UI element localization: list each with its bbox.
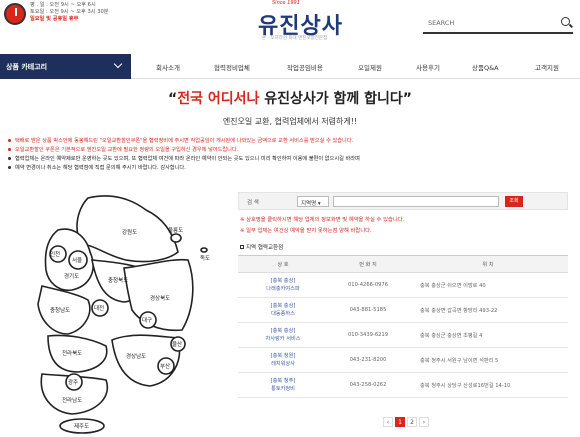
map-label-gyeongbuk: 경상북도 (150, 294, 170, 302)
map-label-jeonnam: 전라남도 (62, 396, 82, 404)
map-label-busan: 부산 (160, 362, 170, 370)
since-label: Since 1991 (272, 0, 300, 6)
map-label-daegu: 대구 (142, 316, 152, 324)
clock-icon (4, 3, 26, 25)
map-label-ulleungdo: 울릉도 (168, 227, 183, 234)
map-label-chungbuk: 충청북도 (108, 276, 128, 284)
map-label-jeju: 제주도 (74, 422, 89, 430)
region-search-input[interactable] (333, 196, 499, 207)
prev-page-button[interactable]: ‹ (383, 417, 393, 427)
search-input[interactable]: SEARCH (428, 19, 454, 27)
partner-address: 충북 청주시 상당구 산성로16번길 14-10 (408, 372, 568, 398)
partner-phone: 010-3439-6219 (328, 322, 408, 348)
nav-item-company[interactable]: 회사소개 (156, 62, 180, 72)
search-type-select[interactable]: 지역명 ▾ (297, 196, 329, 207)
map-label-dokdo: 독도 (200, 255, 210, 262)
nav-item-oil-spec[interactable]: 오일제원 (358, 62, 382, 72)
table-row: [충북 충상] 차사랑카 서비스 010-3439-6219 충북 충상군 충상면… (238, 322, 568, 348)
partner-phone: 010-4266-0976 (328, 272, 408, 298)
partner-name-link[interactable]: [충북 충상] 차사랑카 서비스 (238, 322, 328, 348)
nav-item-reviews[interactable]: 사용후기 (416, 62, 440, 72)
partner-name-link[interactable]: [충북 충상] 대동종하스 (238, 297, 328, 323)
map-label-gwangju: 광주 (68, 379, 78, 386)
headline-accent: 전국 어디서나 (177, 91, 260, 107)
partner-address: 충북 충상군 충상면 초평길 4 (408, 322, 568, 348)
slogan: 온 · 오프라인 최대 엔진오일전문점 (262, 36, 328, 41)
next-page-button[interactable]: › (419, 417, 429, 427)
business-hours: 평 . 일 : 오전 9시 ~ 오후 6시 토요일 : 오전 9시 ~ 오후 3… (30, 2, 109, 23)
notice-item: 택배로 받은 상품 박스안에 동봉해드린 "오일교환할인쿠폰"을 협력정비에 주… (8, 137, 568, 146)
nav-item-qna[interactable]: 상품Q&A (472, 62, 499, 72)
korea-region-map: 인천 서울 경기도 강원도 울릉도 독도 충청북도 충청남도 대전 경상북도 전… (37, 195, 210, 434)
col-header-location: 위 치 (408, 255, 568, 273)
notice-item: 협력업체는 온라인 예약제로만 운영하는 곳도 있으며, 또 협력업체 여건에 … (8, 155, 568, 164)
partner-table: 상 호 번 화 지 위 치 [충북 충상] 나래충카야스파 010-4266-09… (238, 255, 568, 398)
table-row: [충북 청원] 레치워상사 043-231-8200 충북 청주시 서원구 남이면… (238, 347, 568, 373)
table-row: [충북 충상] 나래충카야스파 010-4266-0976 충북 충상군 쉬으면 … (238, 272, 568, 298)
partner-address: 충북 충상군 쉬으면 이방로 40 (408, 272, 568, 298)
hours-saturday: 토요일 : 오전 9시 ~ 오후 3시 30분 (30, 9, 109, 15)
table-row: [충북 충상] 대동종하스 043-881-5185 충북 충상면 갑곡면 항망리… (238, 297, 568, 323)
hours-weekday: 평 . 일 : 오전 9시 ~ 오후 6시 (30, 2, 96, 8)
partner-address: 충북 청주시 서원구 남이면 석판리 5 (408, 347, 568, 373)
partner-phone: 043-258-0262 (328, 372, 408, 398)
map-label-seoul: 서울 (72, 256, 82, 264)
chevron-down-icon (113, 59, 123, 69)
partner-name-link[interactable]: [충북 청주] 통토카정비 (238, 372, 328, 398)
map-label-ulsan: 울산 (172, 340, 182, 348)
pagination: ‹ 1 2 › (383, 417, 431, 428)
partner-name-link[interactable]: [충북 청원] 레치워상사 (238, 347, 328, 373)
page-headline: “전국 어디서나 유진상사가 함께 합니다” (168, 91, 412, 107)
map-label-chungnam: 충청남도 (50, 306, 70, 314)
page-1-button[interactable]: 1 (395, 417, 405, 427)
nav-item-labor-cost[interactable]: 작업공임비용 (287, 62, 323, 72)
region-dokdo[interactable] (200, 247, 208, 253)
section-title: 지역 협력교환점 (240, 243, 283, 251)
partner-name-link[interactable]: [충북 충상] 나래충카야스파 (238, 272, 328, 298)
map-label-jeonbuk: 전라북도 (62, 349, 82, 357)
checkbox-icon (240, 245, 244, 249)
partner-phone: 043-881-5185 (328, 297, 408, 323)
search-label: 검 색 (247, 200, 259, 206)
region-ulleungdo[interactable] (170, 233, 182, 243)
map-label-incheon: 인천 (50, 250, 60, 258)
notice-item: 오일교환할인 쿠폰은 기본적으로 엔진오일 교환에 필요한 정량의 오일을 구입… (8, 146, 568, 155)
warning-text: ※ 일부 업체는 여건상 예약을 받지 못하는점 양해 바랍니다. (240, 228, 372, 234)
col-header-name: 상 호 (238, 255, 328, 273)
region-search-bar: 검 색 지역명 ▾ 조회 (238, 192, 568, 210)
map-label-gangwon: 강원도 (122, 228, 137, 236)
site-header: 평 . 일 : 오전 9시 ~ 오후 6시 토요일 : 오전 9시 ~ 오후 3… (0, 0, 580, 54)
search-icon[interactable] (561, 17, 570, 26)
page-subtitle: 엔진오일 교환, 협력업체에서 저렴하게!! (222, 117, 358, 126)
map-label-gyeongnam: 경상남도 (126, 352, 146, 360)
map-label-daejeon: 대전 (94, 304, 104, 312)
page-2-button[interactable]: 2 (407, 417, 417, 427)
notice-list: 택배로 받은 상품 박스안에 동봉해드린 "오일교환할인쿠폰"을 협력정비에 주… (8, 137, 568, 173)
table-row: [충북 청주] 통토카정비 043-258-0262 충북 청주시 상당구 산성로… (238, 372, 568, 398)
region-gyeongbuk[interactable] (123, 258, 194, 332)
partner-address: 충북 충상면 갑곡면 항망리 493-22 (408, 297, 568, 323)
main-nav: 상품 카테고리 회사소개 협력정비업체 작업공임비용 오일제원 사용후기 상품Q… (0, 54, 580, 79)
search-button[interactable]: 조회 (505, 196, 523, 207)
col-header-phone: 번 화 지 (328, 255, 408, 273)
category-label: 상품 카테고리 (6, 63, 48, 71)
nav-item-support[interactable]: 고객지원 (535, 62, 559, 72)
nav-item-partners[interactable]: 협력정비업체 (214, 62, 250, 72)
notice-item: 예약 변경이나 취소는 해당 협력점에 직접 문의해 주시기 바랍니다. 감사합… (8, 164, 568, 173)
category-dropdown[interactable]: 상품 카테고리 (0, 54, 131, 79)
map-label-gyeonggi: 경기도 (64, 272, 79, 280)
search-box[interactable]: SEARCH (423, 14, 573, 34)
warning-text: ※ 상호명을 클릭하시면 해당 업체의 정보화면 및 예약을 하실 수 있습니다… (240, 217, 405, 223)
region-gangwon[interactable] (76, 195, 179, 263)
hours-holiday: 일요일 및 공휴일 휴무 (30, 16, 79, 22)
partner-phone: 043-231-8200 (328, 347, 408, 373)
